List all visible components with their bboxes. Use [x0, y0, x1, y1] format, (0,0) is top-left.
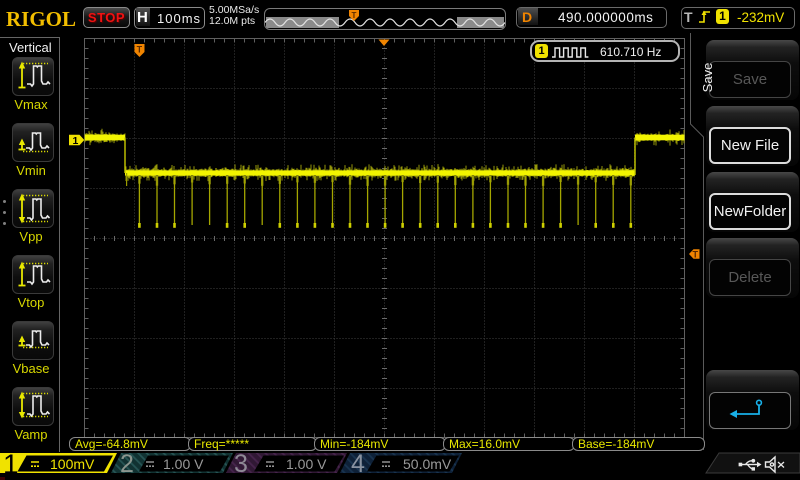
- svg-text:1: 1: [3, 452, 19, 480]
- svg-text:3: 3: [234, 452, 248, 478]
- svg-text:T: T: [352, 11, 357, 20]
- svg-text:1.00 V: 1.00 V: [163, 456, 204, 472]
- svg-text:4: 4: [351, 452, 365, 478]
- svg-text:1.00 V: 1.00 V: [286, 456, 327, 472]
- svg-text:2: 2: [120, 452, 134, 478]
- svg-text:50.0mV: 50.0mV: [403, 456, 452, 472]
- svg-text:1: 1: [73, 135, 79, 147]
- svg-text:T: T: [137, 45, 143, 55]
- svg-text:100mV: 100mV: [50, 456, 95, 472]
